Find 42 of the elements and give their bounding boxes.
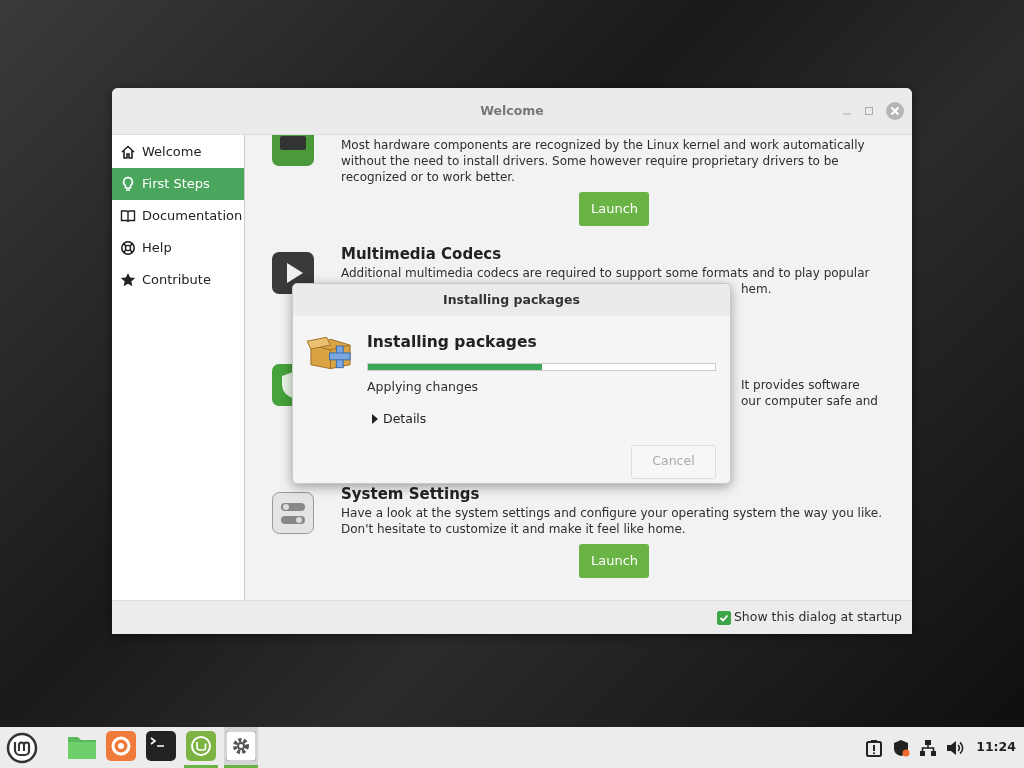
expander-icon [372,414,378,425]
book-icon [120,208,136,224]
chip-icon [272,135,314,166]
lifebuoy-icon [120,240,136,256]
details-expander[interactable]: Details [372,410,427,429]
shield-icon[interactable] [892,738,911,757]
toggle-switches-icon [272,492,314,534]
section-title: System Settings [341,484,481,505]
clock: 11:24 [976,738,1016,757]
description-text: Don't hesitate to customize it and make it feel like home. [341,522,686,536]
check-icon [718,612,729,623]
dialog-title: Installing packages [293,284,730,316]
dialog-heading: Installing packages [367,332,538,353]
star-icon [120,272,136,288]
status-text: Applying changes [367,378,480,397]
network-icon[interactable] [919,738,938,757]
home-icon [120,144,136,160]
browser-icon [106,731,136,761]
sidebar-item[interactable]: Contribute [112,264,244,296]
description-text: recognized or to work better. [341,170,515,184]
lightbulb-icon [120,176,136,192]
volume-icon[interactable] [946,738,965,757]
description-text: hem. [741,282,772,296]
mint-logo-icon [186,731,216,761]
description-text: Have a look at the system settings and configure your operating system the way you like. [341,506,882,520]
sidebar-item[interactable]: Welcome [112,136,244,168]
gear-icon [226,731,256,761]
description-text: Additional multimedia codecs are required to support some formats and to play popular [341,266,870,280]
sidebar-item[interactable]: Help [112,232,244,264]
checkbox-label[interactable]: Show this dialog at startup [733,608,902,627]
description-text: Most hardware components are recognized by the Linux kernel and work automatically [341,138,865,152]
terminal-icon [146,731,176,761]
checkbox[interactable] [716,610,731,625]
section-title: Multimedia Codecs [341,244,503,265]
window-title: Welcome [480,101,544,120]
clipboard-alert-icon[interactable] [865,738,884,757]
menu-icon[interactable] [6,731,38,764]
sidebar-item[interactable]: Documentation [112,200,244,232]
taskbar-app[interactable] [224,727,258,768]
description-text: It provides software [741,378,860,392]
description-text: our computer safe and [741,394,878,408]
description-text: without the need to install drivers. Some however require proprietary drivers to be [341,154,839,168]
